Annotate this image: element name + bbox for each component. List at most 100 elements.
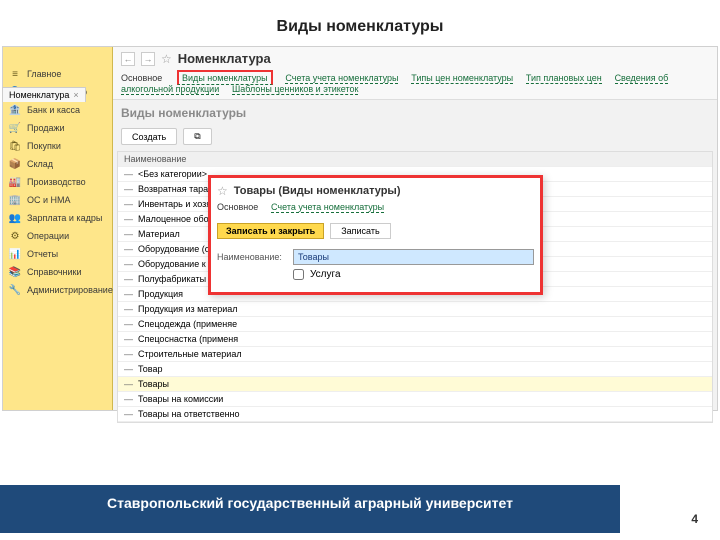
link-plan-price[interactable]: Тип плановых цен [526,73,602,84]
item-icon: — [124,214,138,224]
item-icon: — [124,259,138,269]
list-item-label: Товары на комиссии [138,394,223,404]
copy-button[interactable]: ⧉ [183,128,211,145]
item-icon: — [124,304,138,314]
sidebar-item-label: Администрирование [27,285,113,295]
item-icon: — [124,334,138,344]
list-item[interactable]: —Товары на комиссии [118,392,712,407]
sidebar-item-purchases[interactable]: 🛍 Покупки [3,137,112,155]
item-icon: — [124,349,138,359]
name-input[interactable] [293,249,534,265]
main-panel: ← → ☆ Номенклатура Основное Виды номенкл… [113,47,717,410]
building-icon: 🏢 [9,194,21,206]
cart-icon: 🛒 [9,122,21,134]
list-toolbar: Создать ⧉ [113,124,717,151]
sidebar-item-bank[interactable]: 🏦 Банк и касса [3,101,112,119]
people-icon: 👥 [9,212,21,224]
sidebar-item-production[interactable]: 🏭Производство [3,173,112,191]
list-header-name: Наименование [124,154,186,164]
sidebar-item-label: Главное [27,69,61,79]
link-types-highlighted[interactable]: Виды номенклатуры [177,70,273,85]
menu-icon: ≡ [9,68,21,80]
item-icon: — [124,199,138,209]
list-item[interactable]: —Спецодежда (применяе [118,317,712,332]
item-icon: — [124,379,138,389]
star-icon[interactable]: ☆ [217,184,228,198]
link-main[interactable]: Основное [121,73,162,83]
close-icon[interactable]: × [73,90,78,100]
sidebar-item-label: Склад [27,159,53,169]
list-item-label: <Без категории> [138,169,207,179]
list-item-selected[interactable]: —Товары [118,377,712,392]
page-number: 4 [691,512,698,526]
dialog-title: Товары (Виды номенклатуры) [234,185,401,197]
create-button[interactable]: Создать [121,128,177,145]
link-templates[interactable]: Шаблоны ценников и этикеток [232,84,358,95]
sidebar-item-references[interactable]: 📚 Справочники [3,263,112,281]
type-dialog: ☆ Товары (Виды номенклатуры) Основное Сч… [208,175,543,295]
service-checkbox[interactable] [293,269,304,280]
sidebar-item-label: Операции [27,231,69,241]
page-title: Номенклатура [178,51,271,66]
app-window: ≡Главное 👤Руководителю 🏦Банк и касса 🛒Пр… [2,46,718,411]
item-icon: — [124,244,138,254]
save-button[interactable]: Записать [330,223,390,239]
sidebar-item-label: Справочники [27,267,82,277]
tab-nomenclature[interactable]: Номенклатура× [2,87,86,102]
sidebar-item-label: Производство [27,177,86,187]
sidebar-item-operations[interactable]: ⚙Операции [3,227,112,245]
chart-icon: 📊 [9,248,21,260]
sidebar-item-reports[interactable]: 📊 Отчеты [3,245,112,263]
sidebar-item-assets[interactable]: 🏢ОС и НМА [3,191,112,209]
bank-icon: 🏦 [9,104,21,116]
sidebar-item-salary[interactable]: 👥Зарплата и кадры [3,209,112,227]
list-item[interactable]: —Товар [118,362,712,377]
dialog-link-accounts[interactable]: Счета учета номенклатуры [271,202,384,213]
link-price-types[interactable]: Типы цен номенклатуры [411,73,513,84]
list-item[interactable]: —Спецоснастка (применя [118,332,712,347]
item-icon: — [124,229,138,239]
list-item-label: Товар [138,364,163,374]
list-item-label: Продукция из материал [138,304,238,314]
star-icon[interactable]: ☆ [161,52,172,66]
list-item-label: Строительные материал [138,349,242,359]
header-row: ← → ☆ Номенклатура [113,47,717,70]
sidebar-item-admin[interactable]: 🔧 Администрирование [3,281,112,299]
list-item[interactable]: —Товары на ответственно [118,407,712,422]
item-icon: — [124,169,138,179]
item-icon: — [124,319,138,329]
list-item-label: Полуфабрикаты [138,274,206,284]
sidebar-item-main[interactable]: ≡ Главное [3,65,112,83]
dialog-link-main[interactable]: Основное [217,202,258,212]
sidebar-item-label: Покупки [27,141,61,151]
list-item[interactable]: —Строительные материал [118,347,712,362]
link-accounts[interactable]: Счета учета номенклатуры [285,73,398,84]
sidebar-item-label: Продажи [27,123,65,133]
save-close-button[interactable]: Записать и закрыть [217,223,324,239]
list-item-label: Товары [138,379,169,389]
sub-heading: Виды номенклатуры [113,100,717,124]
list-item[interactable]: —Продукция из материал [118,302,712,317]
slide-title: Виды номенклатуры [0,0,720,46]
box-icon: 📦 [9,158,21,170]
form-row-service: Услуга [217,267,534,282]
dialog-toolbar: Записать и закрыть Записать [217,219,534,247]
bag-icon: 🛍 [9,140,21,152]
item-icon: — [124,394,138,404]
list-item-label: Материал [138,229,180,239]
sidebar-item-label: Отчеты [27,249,58,259]
wrench-icon: 🔧 [9,284,21,296]
nav-back-button[interactable]: ← [121,52,135,66]
sidebar-item-label: Банк и касса [27,105,80,115]
item-icon: — [124,184,138,194]
link-bar: Основное Виды номенклатуры Счета учета н… [113,70,717,100]
sidebar-item-sales[interactable]: 🛒 Продажи [3,119,112,137]
nav-forward-button[interactable]: → [141,52,155,66]
books-icon: 📚 [9,266,21,278]
dialog-links: Основное Счета учета номенклатуры [217,202,534,219]
list-item-label: Спецодежда (применяе [138,319,237,329]
dialog-header: ☆ Товары (Виды номенклатуры) [217,182,534,202]
sidebar-item-warehouse[interactable]: 📦 Склад [3,155,112,173]
list-item-label: Товары на ответственно [138,409,240,419]
tab-bar: Номенклатура× [2,87,86,102]
